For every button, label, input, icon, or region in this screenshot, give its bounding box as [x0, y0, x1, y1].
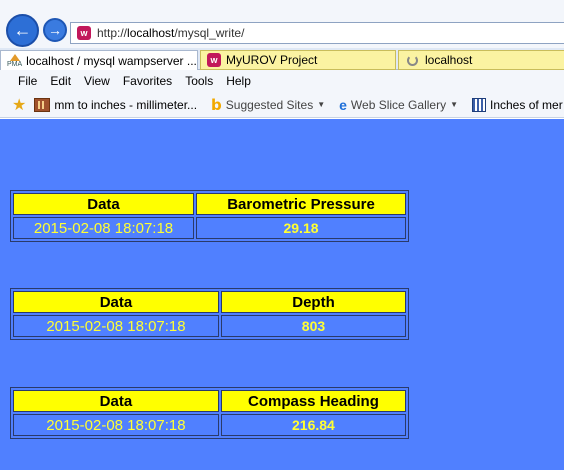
column-header: Barometric Pressure	[196, 193, 406, 215]
tab-label: localhost	[425, 53, 473, 67]
menu-help[interactable]: Help	[226, 74, 251, 88]
chevron-down-icon: ▼	[317, 100, 326, 109]
table-header-row: Data Depth	[13, 291, 406, 313]
favorite-inches-of-mercury[interactable]: Inches of mer	[472, 97, 563, 112]
tab-label: localhost / mysql wampserver ...	[26, 53, 197, 68]
bing-icon: b	[211, 95, 222, 114]
favorites-bar: ★ mm to inches - millimeter... b Suggest…	[0, 92, 564, 118]
loading-spinner-icon	[407, 54, 418, 66]
favorites-star-icon[interactable]: ★	[12, 95, 26, 115]
favorite-label: Web Slice Gallery	[350, 97, 447, 112]
table-row: 2015-02-08 18:07:18 216.84	[13, 414, 406, 436]
menu-bar: File Edit View Favorites Tools Help	[0, 70, 564, 92]
chevron-down-icon: ▼	[450, 100, 458, 109]
grid-icon	[472, 97, 486, 112]
column-header: Data	[13, 291, 219, 313]
column-header: Depth	[220, 291, 406, 313]
menu-tools[interactable]: Tools	[185, 74, 213, 88]
table-row: 2015-02-08 18:07:18 803	[13, 315, 406, 337]
phpmyadmin-icon: PMA	[7, 53, 22, 68]
tab-label: MyUROV Project	[226, 53, 318, 67]
value-cell: 803	[220, 315, 406, 337]
tab-phpmyadmin[interactable]: PMA localhost / mysql wampserver ...	[0, 50, 198, 70]
menu-view[interactable]: View	[84, 74, 110, 88]
tab-myurov-project[interactable]: w MyUROV Project	[200, 50, 396, 70]
value-cell: 29.18	[196, 217, 406, 239]
table-row: 2015-02-08 18:07:18 29.18	[13, 217, 406, 239]
forward-button[interactable]: →	[43, 18, 67, 42]
value-cell: 216.84	[220, 414, 406, 436]
barometric-pressure-table: Data Barometric Pressure 2015-02-08 18:0…	[10, 190, 409, 242]
timestamp-cell: 2015-02-08 18:07:18	[13, 217, 195, 239]
favorite-label: Suggested Sites	[225, 97, 314, 112]
wamp-icon: w	[207, 53, 221, 67]
favorite-label: Inches of mer	[490, 97, 563, 112]
tab-strip: PMA localhost / mysql wampserver ... w M…	[0, 48, 564, 70]
favorite-suggested-sites[interactable]: b Suggested Sites ▼	[211, 96, 325, 114]
favorite-web-slice-gallery[interactable]: e Web Slice Gallery ▼	[339, 97, 458, 113]
table-header-row: Data Compass Heading	[13, 390, 406, 412]
favorite-mm-to-inches[interactable]: mm to inches - millimeter...	[34, 97, 198, 112]
column-header: Data	[13, 193, 195, 215]
page-content: Data Barometric Pressure 2015-02-08 18:0…	[0, 119, 564, 470]
arrow-left-icon: ←	[13, 20, 32, 40]
back-button[interactable]: ←	[6, 14, 39, 47]
menu-file[interactable]: File	[18, 74, 37, 88]
menu-edit[interactable]: Edit	[50, 74, 71, 88]
menu-favorites[interactable]: Favorites	[123, 74, 172, 88]
column-header: Compass Heading	[220, 390, 406, 412]
address-bar-row: ← → w http://localhost/mysql_write/	[0, 0, 564, 48]
compass-heading-table: Data Compass Heading 2015-02-08 18:07:18…	[10, 387, 409, 439]
arrow-right-icon: →	[48, 22, 62, 38]
table-header-row: Data Barometric Pressure	[13, 193, 406, 215]
favorite-label: mm to inches - millimeter...	[54, 97, 198, 112]
address-field[interactable]: w http://localhost/mysql_write/	[70, 22, 564, 44]
ruler-icon	[34, 97, 51, 112]
column-header: Data	[13, 390, 219, 412]
timestamp-cell: 2015-02-08 18:07:18	[13, 414, 219, 436]
tab-localhost[interactable]: localhost	[398, 50, 564, 70]
depth-table: Data Depth 2015-02-08 18:07:18 803	[10, 288, 409, 340]
address-url: http://localhost/mysql_write/	[97, 26, 245, 40]
timestamp-cell: 2015-02-08 18:07:18	[13, 315, 219, 337]
ie-icon: e	[339, 96, 347, 113]
site-favicon-icon: w	[77, 26, 91, 40]
